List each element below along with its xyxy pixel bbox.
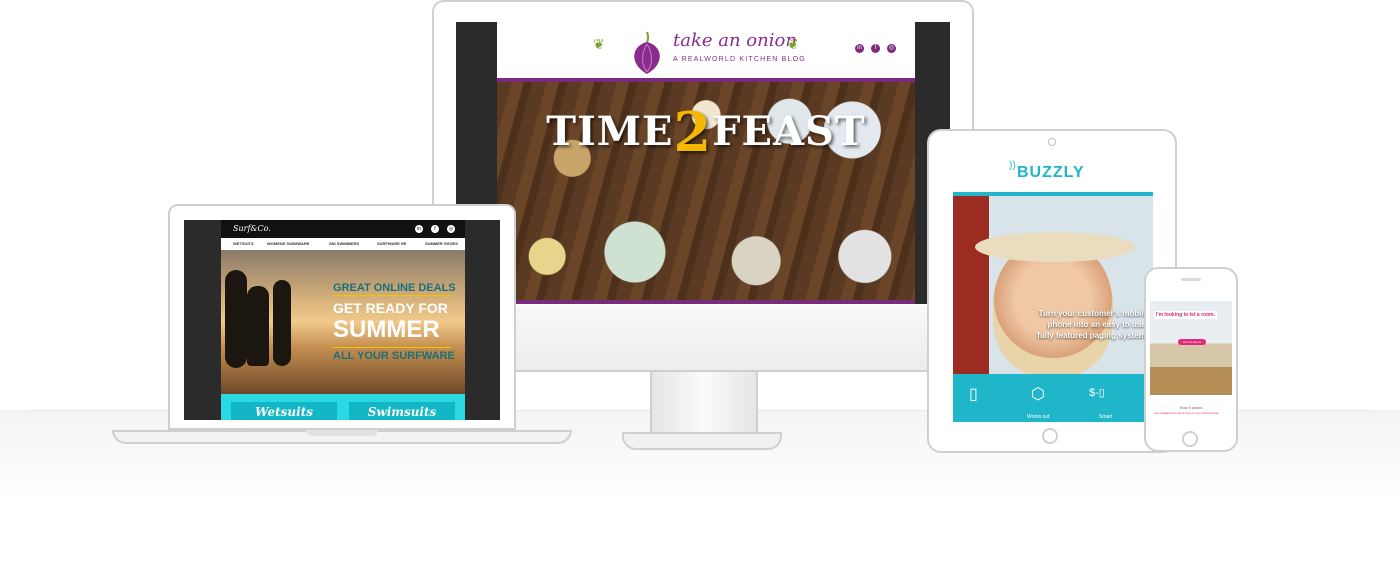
buzzly-tagline-line-1: Turn your customer's mobile bbox=[1038, 309, 1148, 318]
feature-label-works: Works out bbox=[1027, 414, 1050, 420]
feast-number: 2 bbox=[673, 100, 713, 164]
device-icon: ▯ bbox=[969, 386, 978, 403]
facebook-icon[interactable]: f bbox=[871, 44, 880, 53]
surf-category-band: Wetsuits Swimsuits bbox=[221, 394, 465, 420]
nav-item-summer-shoes[interactable]: SUMMER SHOES bbox=[425, 241, 458, 246]
nav-item-sni-swimmers[interactable]: SNI SWIMMERS bbox=[329, 241, 359, 246]
feast-headline: TIME2FEAST bbox=[497, 100, 915, 164]
room-question: I'm looking to let a room. bbox=[1154, 311, 1217, 319]
surfboard-left bbox=[225, 270, 247, 368]
room-website: I'm looking to let a room. List the Room… bbox=[1150, 293, 1232, 426]
box-icon: ⬡ bbox=[1031, 386, 1045, 403]
surf-website: Surf&Co. in f ◎ WETSUITS WOMENS SWIMWARE… bbox=[221, 220, 465, 420]
tablet-camera bbox=[1048, 138, 1056, 146]
monitor-stand bbox=[650, 372, 758, 434]
monitor-base bbox=[622, 432, 782, 450]
tablet-home-button bbox=[1042, 428, 1058, 444]
onion-logo-title: take an onion bbox=[673, 30, 797, 51]
buzzly-logo[interactable]: BUZZLY bbox=[1017, 164, 1085, 182]
onion-logo-subtitle: A REALWORLD KITCHEN BLOG bbox=[673, 56, 806, 63]
buzzly-logo-text: BUZZLY bbox=[1017, 164, 1085, 181]
surfboard-right bbox=[273, 280, 291, 366]
onion-website: ❦ take an onion A REALWORLD KITCHEN BLOG… bbox=[497, 22, 915, 304]
surf-rule-1 bbox=[333, 295, 451, 296]
onion-bottom-bar bbox=[497, 300, 915, 304]
room-how-it-works: How it works bbox=[1179, 405, 1203, 410]
buzzly-tagline-line-3: fully featured paging system. bbox=[1037, 331, 1148, 340]
nav-item-wetsuits[interactable]: WETSUITS bbox=[233, 241, 254, 246]
buzzly-hero-image: Turn your customer's mobile phone into a… bbox=[953, 196, 1153, 376]
instagram-icon[interactable]: ◎ bbox=[447, 225, 455, 233]
nav-item-womens-swimware[interactable]: WOMENS SWIMWARE bbox=[267, 241, 309, 246]
vine-right-icon: ❦ bbox=[787, 36, 799, 52]
nav-item-surfware[interactable]: SURFWARE RE bbox=[377, 241, 407, 246]
surf-logo[interactable]: Surf&Co. bbox=[233, 224, 271, 233]
surf-headline-summer: SUMMER bbox=[333, 316, 440, 343]
buzzly-tagline: Turn your customer's mobile phone into a… bbox=[973, 308, 1148, 341]
onion-logo-icon bbox=[634, 31, 660, 74]
surf-headline-surfware: ALL YOUR SURFWARE bbox=[333, 350, 455, 362]
buzzly-features: ▯ ⬡ $-▯ Works out Smart bbox=[953, 374, 1153, 422]
feast-word-time: TIME bbox=[546, 108, 674, 155]
feature-label-smart: Smart bbox=[1099, 414, 1113, 420]
phone-home-button bbox=[1182, 431, 1198, 447]
surf-topbar: Surf&Co. in f ◎ bbox=[221, 220, 465, 238]
onion-header: ❦ take an onion A REALWORLD KITCHEN BLOG… bbox=[497, 22, 915, 78]
linkedin-icon[interactable]: in bbox=[855, 44, 864, 53]
list-room-button[interactable]: List the Room bbox=[1178, 339, 1206, 345]
signal-icon: )) bbox=[1009, 160, 1016, 171]
woman-hat bbox=[975, 232, 1135, 262]
money-icon: $-▯ bbox=[1089, 387, 1105, 399]
wetsuits-button[interactable]: Wetsuits bbox=[231, 402, 337, 420]
instagram-icon[interactable]: ◎ bbox=[887, 44, 896, 53]
swimsuits-button[interactable]: Swimsuits bbox=[349, 402, 455, 420]
room-description: Use Instagram to list a room in your sha… bbox=[1154, 411, 1219, 415]
surf-rule-2 bbox=[333, 347, 451, 348]
laptop-notch bbox=[306, 430, 378, 436]
buzzly-tagline-line-2: phone into an easy to use, bbox=[1047, 320, 1148, 329]
buzzly-header: )) BUZZLY bbox=[953, 156, 1153, 196]
surf-headline-deals: GREAT ONLINE DEALS bbox=[333, 282, 456, 294]
linkedin-icon[interactable]: in bbox=[415, 225, 423, 233]
buzzly-website: )) BUZZLY Turn your customer's mobile ph… bbox=[953, 156, 1153, 422]
facebook-icon[interactable]: f bbox=[431, 225, 439, 233]
feast-word-feast: FEAST bbox=[712, 108, 866, 155]
surf-headline-ready: GET READY FOR bbox=[333, 300, 448, 316]
vine-left-icon: ❦ bbox=[593, 36, 605, 52]
phone-speaker bbox=[1181, 278, 1201, 281]
surfer-silhouette bbox=[247, 286, 269, 366]
